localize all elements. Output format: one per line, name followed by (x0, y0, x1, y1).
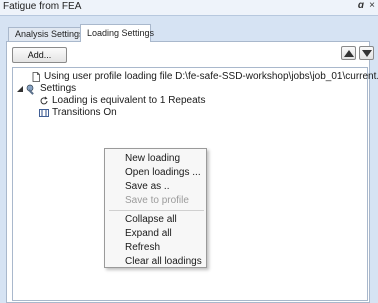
menu-item-new-loading[interactable]: New loading (125, 152, 180, 165)
refresh-icon (40, 96, 48, 105)
add-button[interactable]: Add... (12, 47, 67, 63)
menu-item-refresh[interactable]: Refresh (125, 241, 160, 254)
move-up-button[interactable] (341, 46, 356, 60)
transitions-icon (39, 109, 49, 117)
document-icon (32, 72, 40, 82)
tree-item-label: Loading is equivalent to 1 Repeats (52, 95, 206, 106)
panel-title: Fatigue from FEA (3, 1, 82, 12)
menu-item-collapse-all[interactable]: Collapse all (125, 213, 177, 226)
tree-item-label: Settings (40, 83, 77, 94)
move-down-button[interactable] (359, 46, 374, 60)
menu-item-save-as[interactable]: Save as .. (125, 180, 169, 193)
menu-item-expand-all[interactable]: Expand all (125, 227, 172, 240)
close-icon[interactable]: × (369, 0, 375, 11)
arrow-down-icon (362, 50, 372, 57)
context-menu: New loading Open loadings ... Save as ..… (104, 148, 207, 268)
menu-item-clear-all-loadings[interactable]: Clear all loadings (125, 255, 202, 268)
tree-item-label: Using user profile loading file D:\fe-sa… (44, 71, 378, 82)
settings-wrench-icon (26, 84, 34, 95)
tab-loading-settings[interactable]: Loading Settings (80, 24, 154, 42)
panel-title-bar: Fatigue from FEA ɑ × (0, 0, 378, 16)
expand-triangle-icon[interactable] (17, 86, 23, 92)
menu-item-save-to-profile: Save to profile (125, 195, 189, 206)
add-button-label: Add... (27, 50, 52, 60)
arrow-up-icon (344, 50, 354, 57)
tree-item-label: Transitions On (52, 107, 117, 118)
menu-separator (109, 210, 204, 211)
pin-icon[interactable]: ɑ (358, 0, 364, 11)
tab-analysis-settings[interactable]: Analysis Settings (8, 27, 84, 41)
menu-item-open-loadings[interactable]: Open loadings ... (125, 166, 201, 179)
